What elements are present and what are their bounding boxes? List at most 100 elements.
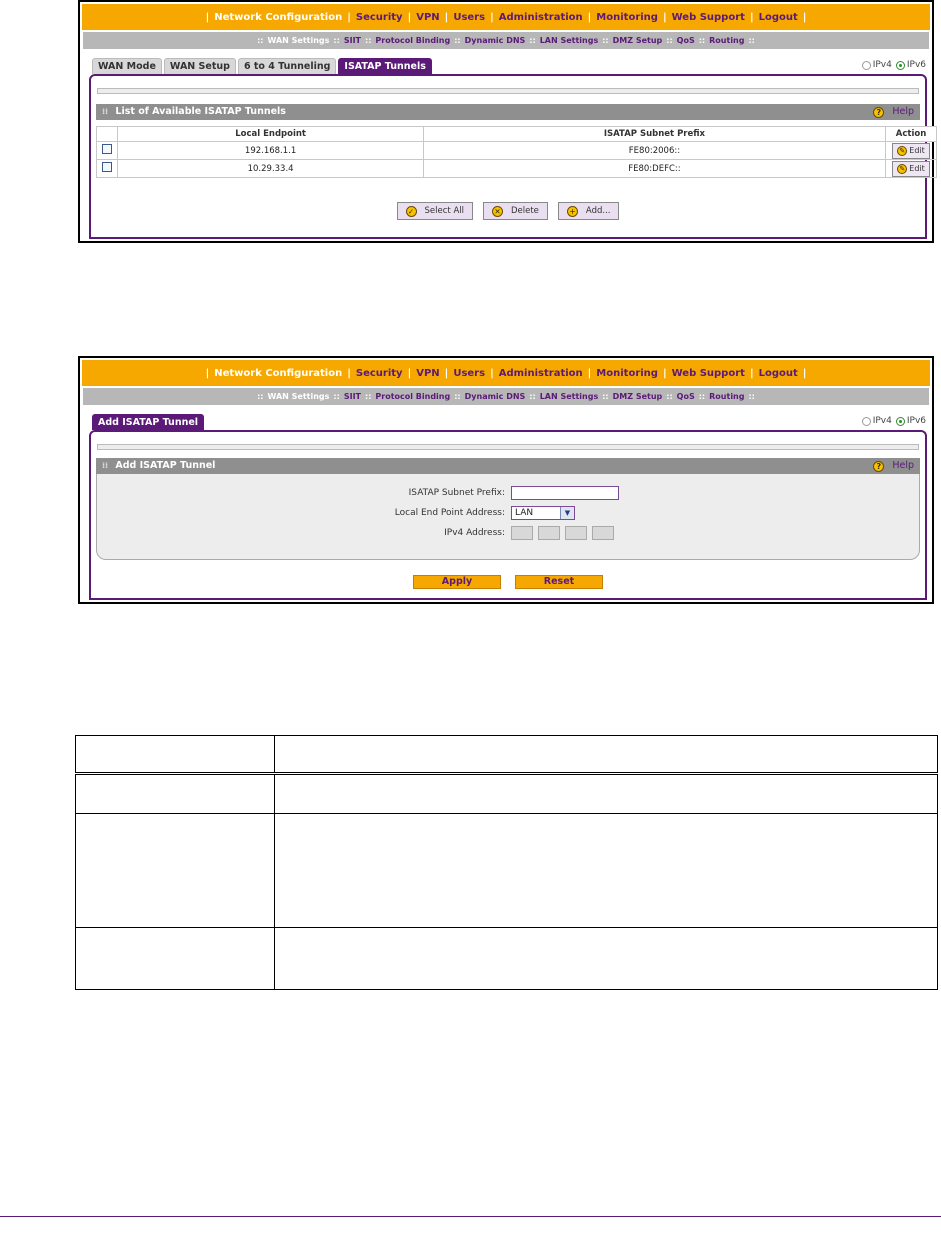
subnav-wan-settings[interactable]: WAN Settings — [268, 36, 330, 45]
ipv6-radio[interactable] — [895, 416, 905, 426]
subnav-dmz-setup[interactable]: DMZ Setup — [613, 36, 663, 45]
section-header: ⁞⁞ List of Available ISATAP Tunnels ? He… — [96, 104, 920, 120]
subnav-wan-settings[interactable]: WAN Settings — [268, 392, 330, 401]
help-link[interactable]: ? Help — [873, 458, 914, 474]
help-label: Help — [892, 106, 914, 117]
table-row — [75, 927, 938, 990]
edit-icon: ✎ — [897, 145, 908, 156]
column-header-local-endpoint: Local Endpoint — [117, 126, 424, 142]
nav-logout[interactable]: Logout — [759, 12, 798, 23]
nav-administration[interactable]: Administration — [499, 368, 583, 379]
footer-rule — [0, 1216, 941, 1217]
form-buttons: Apply Reset — [91, 575, 925, 589]
ipv4-radio[interactable] — [861, 416, 871, 426]
nav-network-configuration[interactable]: Network Configuration — [214, 12, 342, 23]
plus-icon: + — [566, 205, 578, 217]
tab-isatap-tunnels[interactable]: ISATAP Tunnels — [338, 58, 432, 74]
help-icon: ? — [873, 460, 885, 472]
list-action-buttons: ✓ Select All ✕ Delete + Add... — [91, 202, 925, 220]
subnav-routing[interactable]: Routing — [709, 36, 744, 45]
prefix-row: ISATAP Subnet Prefix: — [97, 486, 919, 500]
subnav-siit[interactable]: SIIT — [344, 392, 361, 401]
nav-web-support[interactable]: Web Support — [672, 368, 745, 379]
ipv6-label: IPv6 — [906, 416, 926, 426]
edit-button[interactable]: ✎ Edit — [892, 160, 930, 177]
tab-wan-mode[interactable]: WAN Mode — [92, 58, 162, 74]
subnav-protocol-binding[interactable]: Protocol Binding — [375, 392, 450, 401]
subnav-qos[interactable]: QoS — [677, 392, 695, 401]
column-header-action: Action — [885, 126, 937, 142]
ip-version-toggle: IPv4 IPv6 — [858, 416, 926, 426]
subnet-prefix-cell: FE80:2006:: — [422, 141, 887, 160]
endpoint-row: Local End Point Address: LAN ▼ — [97, 506, 919, 520]
ipv4-label: IPv4 — [872, 60, 892, 70]
nav-vpn[interactable]: VPN — [416, 368, 439, 379]
add-label: Add... — [585, 206, 611, 216]
apply-button[interactable]: Apply — [413, 575, 501, 589]
nav-monitoring[interactable]: Monitoring — [596, 368, 658, 379]
nav-vpn[interactable]: VPN — [416, 12, 439, 23]
settings-description-table — [75, 735, 938, 990]
help-icon: ? — [873, 106, 885, 118]
row-checkbox[interactable] — [102, 144, 113, 154]
tab-wan-setup[interactable]: WAN Setup — [163, 58, 236, 74]
subnav-routing[interactable]: Routing — [709, 392, 744, 401]
endpoint-select[interactable]: LAN ▼ — [511, 506, 575, 520]
sub-navigation: :: WAN Settings :: SIIT :: Protocol Bind… — [83, 32, 929, 49]
subnav-lan-settings[interactable]: LAN Settings — [540, 392, 599, 401]
ipv4-octet-1[interactable] — [511, 526, 533, 540]
subnav-dynamic-dns[interactable]: Dynamic DNS — [465, 36, 526, 45]
subnav-qos[interactable]: QoS — [677, 36, 695, 45]
subnav-protocol-binding[interactable]: Protocol Binding — [375, 36, 450, 45]
ip-version-toggle: IPv4 IPv6 — [858, 60, 926, 70]
section-title: List of Available ISATAP Tunnels — [115, 106, 286, 117]
tab-6to4-tunneling[interactable]: 6 to 4 Tunneling — [237, 58, 337, 74]
nav-users[interactable]: Users — [453, 368, 485, 379]
subnet-prefix-input[interactable] — [511, 486, 619, 500]
sub-navigation: :: WAN Settings :: SIIT :: Protocol Bind… — [83, 388, 929, 405]
nav-logout[interactable]: Logout — [759, 368, 798, 379]
grip-icon: ⁞⁞ — [102, 461, 109, 470]
nav-security[interactable]: Security — [356, 12, 403, 23]
content-panel: ⁞⁞ Add ISATAP Tunnel ? Help ISATAP Subne… — [89, 430, 927, 600]
nav-monitoring[interactable]: Monitoring — [596, 12, 658, 23]
prefix-label: ISATAP Subnet Prefix: — [408, 488, 505, 498]
table-header-row: Local Endpoint ISATAP Subnet Prefix Acti… — [95, 126, 937, 142]
nav-administration[interactable]: Administration — [499, 12, 583, 23]
table-row: 192.168.1.1 FE80:2006:: ✎ Edit — [95, 141, 937, 160]
tab-add-isatap-tunnel[interactable]: Add ISATAP Tunnel — [92, 414, 205, 430]
ipv4-octet-4[interactable] — [592, 526, 614, 540]
isatap-tunnel-table: Local Endpoint ISATAP Subnet Prefix Acti… — [95, 126, 937, 178]
nav-users[interactable]: Users — [453, 12, 485, 23]
row-checkbox[interactable] — [102, 162, 113, 172]
isatap-list-screenshot: | Network Configuration | Security | VPN… — [78, 0, 937, 243]
nav-network-configuration[interactable]: Network Configuration — [214, 368, 342, 379]
delete-button[interactable]: ✕ Delete — [482, 202, 548, 220]
subnav-dynamic-dns[interactable]: Dynamic DNS — [465, 392, 526, 401]
add-isatap-screenshot: | Network Configuration | Security | VPN… — [78, 356, 934, 604]
reset-button[interactable]: Reset — [515, 575, 603, 589]
ipv4-octet-2[interactable] — [538, 526, 560, 540]
ipv4-radio[interactable] — [861, 60, 871, 70]
ipv6-radio[interactable] — [895, 60, 905, 70]
local-endpoint-cell: 192.168.1.1 — [117, 141, 424, 160]
nav-security[interactable]: Security — [356, 368, 403, 379]
top-navigation: | Network Configuration | Security | VPN… — [82, 360, 930, 386]
subnav-lan-settings[interactable]: LAN Settings — [540, 36, 599, 45]
add-button[interactable]: + Add... — [557, 202, 620, 220]
subnav-siit[interactable]: SIIT — [344, 36, 361, 45]
edit-button[interactable]: ✎ Edit — [892, 142, 930, 159]
ipv4-row: IPv4 Address: — [97, 526, 919, 540]
help-link[interactable]: ? Help — [873, 104, 914, 120]
nav-web-support[interactable]: Web Support — [672, 12, 745, 23]
ipv4-label: IPv4 — [872, 416, 892, 426]
select-all-button[interactable]: ✓ Select All — [396, 202, 473, 220]
tab-bar: Add ISATAP Tunnel — [92, 414, 206, 430]
subnet-prefix-cell: FE80:DEFC:: — [422, 159, 887, 178]
table-row — [75, 813, 938, 928]
ipv6-label: IPv6 — [906, 60, 926, 70]
ipv4-octet-3[interactable] — [565, 526, 587, 540]
endpoint-label: Local End Point Address: — [394, 508, 505, 518]
subnav-dmz-setup[interactable]: DMZ Setup — [613, 392, 663, 401]
content-panel: ⁞⁞ List of Available ISATAP Tunnels ? He… — [89, 74, 937, 239]
